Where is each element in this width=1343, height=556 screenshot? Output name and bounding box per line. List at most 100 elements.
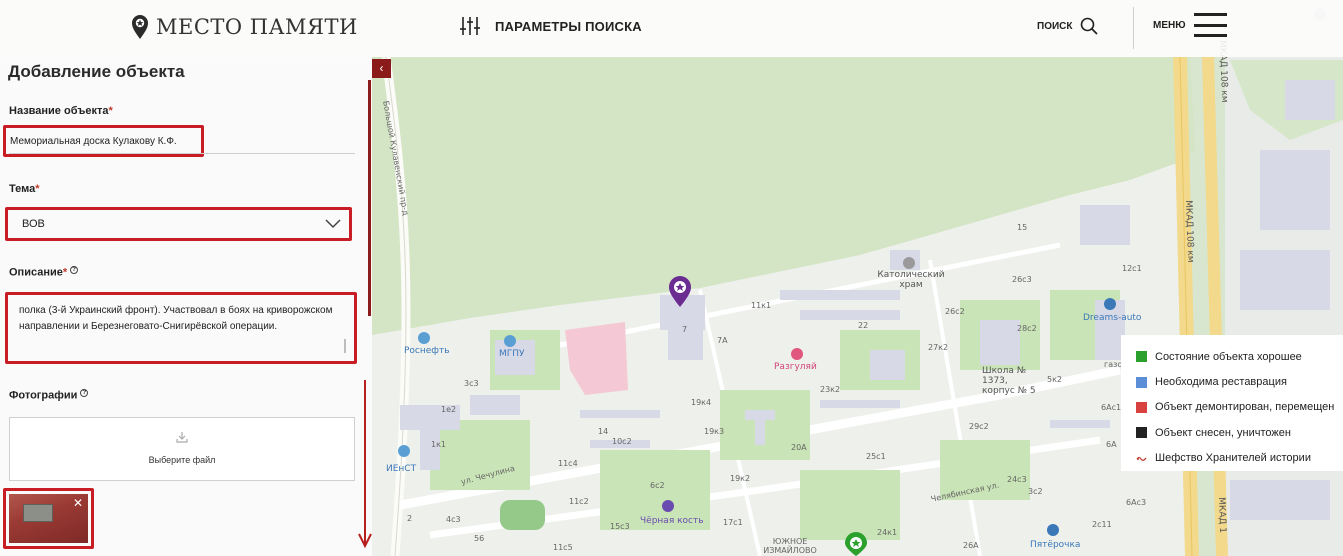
legend-item: Объект демонтирован, перемещен — [1136, 395, 1343, 420]
name-underline — [9, 153, 355, 154]
photos-label: Фотографии? — [9, 389, 89, 402]
map-label-poi: Католический храм — [877, 270, 945, 290]
panel-title: Добавление объекта — [8, 62, 185, 81]
legend-label: Состояние объекта хорошее — [1155, 350, 1302, 363]
map-label-house: 28с2 — [1017, 324, 1037, 333]
help-icon[interactable]: ? — [70, 266, 79, 274]
search-button[interactable]: ПОИСК — [1037, 17, 1099, 35]
map-label-house: 11с2 — [569, 497, 589, 506]
legend-swatch — [1136, 376, 1147, 388]
map-label-poi: Пятёрочка — [1030, 540, 1081, 550]
theme-selected-value: ВОВ — [22, 218, 45, 230]
university-icon — [398, 445, 410, 457]
legend-item: Состояние объекта хорошее — [1136, 344, 1343, 369]
map-label-house: 1к1 — [431, 440, 447, 449]
map-label-house: 12с1 — [1122, 264, 1142, 273]
legend-swatch — [1136, 351, 1147, 363]
name-label: Название объекта* — [9, 105, 113, 117]
upload-label: Выберите файл — [148, 455, 216, 465]
map-label-house: 11к1 — [751, 301, 772, 310]
map-label-house: 6Ас3 — [1126, 498, 1147, 507]
legend-label: Объект снесен, уничтожен — [1155, 426, 1291, 439]
church-icon — [903, 257, 915, 269]
map-label-house: 24с3 — [1007, 475, 1027, 484]
map-label-house: 5к2 — [1047, 375, 1063, 384]
map-label-house: 15с3 — [610, 522, 630, 531]
logo-text: МЕСТО ПАМЯТИ — [156, 15, 358, 39]
fuel-icon — [418, 332, 430, 344]
theme-select[interactable]: ВОВ — [5, 207, 352, 241]
upload-icon — [176, 432, 188, 443]
map-label-poi: Роснефть — [404, 346, 450, 356]
theme-label: Тема* — [9, 183, 40, 195]
help-icon[interactable]: ? — [80, 389, 89, 397]
map-label-house: 26А — [963, 541, 979, 550]
file-upload-area[interactable]: Выберите файл — [9, 417, 355, 481]
map-label-house: 56 — [474, 534, 485, 543]
restaurant-icon — [662, 500, 674, 512]
map-label-house: 14 — [598, 427, 609, 436]
search-icon — [1081, 17, 1099, 35]
legend-swatch — [1136, 401, 1147, 413]
required-mark: * — [108, 105, 113, 117]
legend-label: Необходима реставрация — [1155, 376, 1287, 389]
search-parameters-label: ПАРАМЕТРЫ ПОИСКА — [495, 18, 642, 34]
description-text: полка (3-й Украинский фронт). Участвовал… — [19, 305, 333, 332]
top-header: МЕСТО ПАМЯТИ ПАРАМЕТРЫ ПОИСКА ПОИСК МЕНЮ — [0, 0, 1343, 57]
map-label-house: 10с2 — [612, 437, 632, 446]
description-label: Описание*? — [9, 266, 79, 279]
map-label-house: 3с2 — [1028, 487, 1043, 496]
remove-photo-icon[interactable]: ✕ — [71, 496, 85, 510]
menu-button[interactable]: МЕНЮ — [1153, 13, 1227, 37]
collapse-panel-button[interactable]: ‹ — [372, 59, 391, 78]
map-label-poi: Чёрная кость — [640, 516, 704, 526]
search-parameters-button[interactable]: ПАРАМЕТРЫ ПОИСКА — [459, 16, 642, 36]
required-mark: * — [62, 266, 68, 279]
map-label-house: 19к3 — [704, 427, 725, 436]
map-legend: Состояние объекта хорошее Необходима рес… — [1121, 335, 1343, 471]
map-label-house: 26с3 — [1012, 275, 1032, 284]
map-label-house: 1е2 — [441, 405, 457, 414]
map-label-house: 19к2 — [730, 474, 751, 483]
map-label-house: 2с11 — [1092, 520, 1112, 529]
header-divider — [1133, 7, 1134, 49]
map-label-poi: ИЕнСТ — [386, 464, 417, 474]
map-label-house: 4с3 — [446, 515, 461, 524]
map-label-poi: МГПУ — [499, 349, 525, 359]
map-label-mkad: МКАД 1 — [1216, 497, 1228, 534]
plaque-image — [23, 504, 53, 522]
map-label-poi: газо — [1104, 360, 1123, 369]
legend-label: Объект демонтирован, перемещен — [1155, 401, 1335, 414]
legend-item: Объект снесен, уничтожен — [1136, 420, 1343, 445]
required-mark: * — [35, 183, 40, 195]
legend-item: Шефство Хранителей истории — [1136, 446, 1343, 471]
map-label-house: 22 — [858, 321, 869, 330]
university-icon — [504, 335, 516, 347]
panel-scrollbar[interactable] — [368, 80, 371, 316]
store-icon — [1047, 524, 1059, 536]
map-label-house: 20А — [791, 443, 807, 452]
map-label-house: 6Ас1 — [1101, 403, 1122, 412]
map-label-poi: Dreams-auto — [1083, 313, 1142, 323]
car-icon — [1104, 298, 1116, 310]
map-label-poi: Разгуляй — [774, 362, 817, 372]
map-label-house: 17с1 — [723, 518, 743, 527]
description-textarea[interactable]: полка (3-й Украинский фронт). Участвовал… — [5, 292, 357, 364]
map-label-poi: Школа № 1373, корпус № 5 — [982, 366, 1036, 396]
shop-icon — [791, 348, 803, 360]
map-label-house: 23к2 — [820, 385, 841, 394]
map-label-house: 26с2 — [945, 307, 965, 316]
textarea-scrollbar[interactable] — [344, 339, 346, 353]
legend-label: Шефство Хранителей истории — [1155, 452, 1311, 465]
map-label-house: 19к4 — [691, 398, 712, 407]
photo-image: ✕ — [9, 494, 88, 543]
photo-thumbnail[interactable]: ✕ — [3, 488, 94, 549]
map-label-house: 6с2 — [650, 481, 665, 490]
hamburger-icon — [1193, 13, 1227, 37]
sliders-icon — [460, 17, 480, 35]
map-label-house: 7 — [682, 325, 688, 334]
site-logo[interactable]: МЕСТО ПАМЯТИ — [131, 13, 358, 41]
menu-label: МЕНЮ — [1153, 19, 1186, 31]
map-label-house: 27к2 — [928, 343, 949, 352]
name-input[interactable] — [6, 128, 201, 154]
